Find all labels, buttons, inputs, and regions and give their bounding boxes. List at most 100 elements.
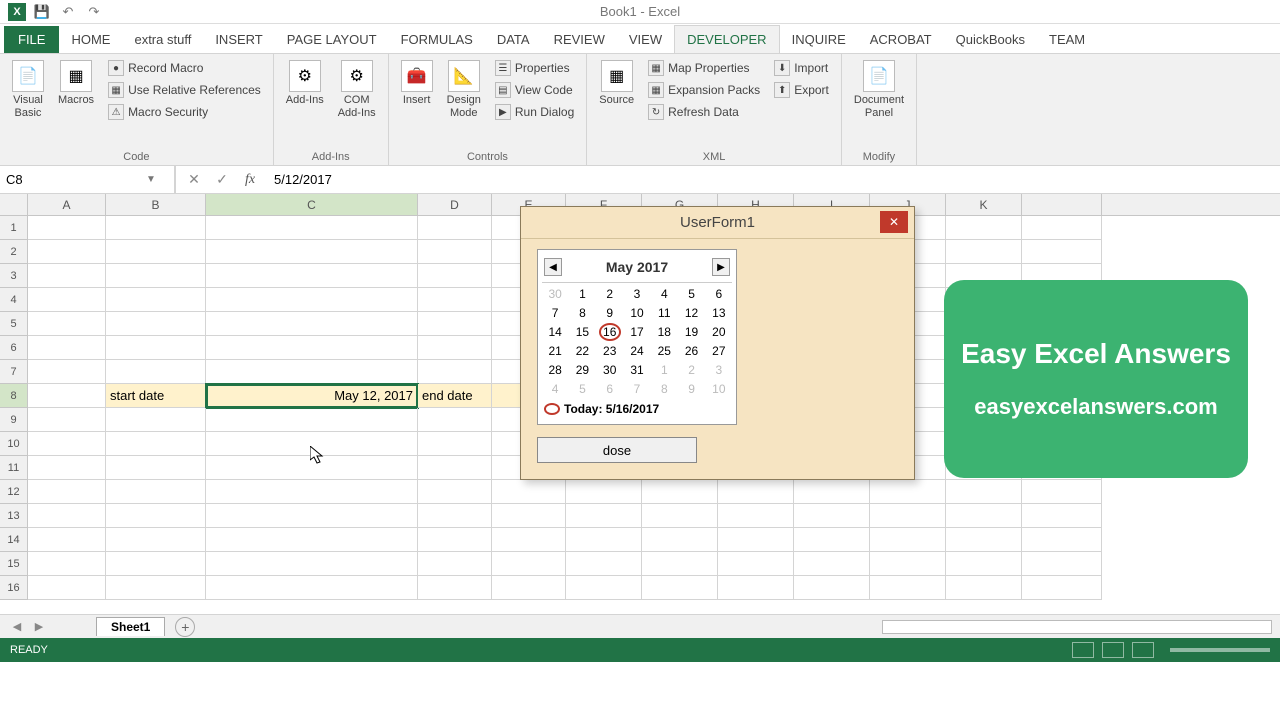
calendar-day[interactable]: 26 — [678, 342, 704, 360]
cell[interactable] — [1022, 528, 1102, 552]
calendar-day[interactable]: 23 — [597, 342, 623, 360]
cell[interactable] — [870, 576, 946, 600]
cell[interactable] — [106, 336, 206, 360]
view-code-button[interactable]: ▤View Code — [491, 80, 578, 100]
cell[interactable] — [106, 528, 206, 552]
cell[interactable] — [28, 264, 106, 288]
name-box[interactable]: ▼ — [0, 166, 175, 193]
row-header[interactable]: 8 — [0, 384, 28, 408]
tab-review[interactable]: REVIEW — [542, 26, 617, 53]
cell[interactable] — [946, 216, 1022, 240]
design-mode-button[interactable]: 📐Design Mode — [443, 58, 485, 122]
cell[interactable] — [28, 528, 106, 552]
cell[interactable] — [418, 288, 492, 312]
calendar-today-row[interactable]: Today: 5/16/2017 — [542, 398, 732, 420]
calendar-day[interactable]: 18 — [651, 323, 677, 341]
cell[interactable] — [946, 480, 1022, 504]
cell[interactable]: end date — [418, 384, 492, 408]
calendar-day[interactable]: 24 — [624, 342, 650, 360]
calendar-day[interactable]: 17 — [624, 323, 650, 341]
sheet-tab[interactable]: Sheet1 — [96, 617, 165, 636]
cell[interactable]: May 12, 2017 — [206, 384, 418, 408]
tab-extrastuff[interactable]: extra stuff — [122, 26, 203, 53]
row-header[interactable]: 12 — [0, 480, 28, 504]
cell[interactable] — [106, 480, 206, 504]
cell[interactable] — [566, 480, 642, 504]
com-addins-button[interactable]: ⚙COM Add-Ins — [334, 58, 380, 122]
calendar-day[interactable]: 4 — [542, 380, 568, 398]
map-properties-button[interactable]: ▦Map Properties — [644, 58, 764, 78]
calendar-day[interactable]: 1 — [651, 361, 677, 379]
cell[interactable] — [28, 288, 106, 312]
cell[interactable] — [418, 264, 492, 288]
close-form-button[interactable]: dose — [537, 437, 697, 463]
expansion-packs-button[interactable]: ▦Expansion Packs — [644, 80, 764, 100]
calendar-day[interactable]: 1 — [569, 285, 595, 303]
col-header-b[interactable]: B — [106, 194, 206, 215]
cell[interactable] — [106, 504, 206, 528]
sheet-nav-prev[interactable]: ◀ — [8, 618, 26, 636]
calendar-day[interactable]: 5 — [569, 380, 595, 398]
cell[interactable] — [870, 528, 946, 552]
cell[interactable] — [492, 480, 566, 504]
cell[interactable] — [28, 336, 106, 360]
cell[interactable] — [492, 504, 566, 528]
cell[interactable] — [418, 576, 492, 600]
tab-file[interactable]: FILE — [4, 26, 59, 53]
calendar-day[interactable]: 12 — [678, 304, 704, 322]
tab-formulas[interactable]: FORMULAS — [389, 26, 485, 53]
calendar-day[interactable]: 6 — [706, 285, 732, 303]
row-header[interactable]: 16 — [0, 576, 28, 600]
calendar-day[interactable]: 21 — [542, 342, 568, 360]
calendar-day[interactable]: 8 — [651, 380, 677, 398]
tab-pagelayout[interactable]: PAGE LAYOUT — [275, 26, 389, 53]
cell[interactable] — [106, 240, 206, 264]
cell[interactable] — [106, 408, 206, 432]
row-header[interactable]: 4 — [0, 288, 28, 312]
cell[interactable] — [106, 360, 206, 384]
cell[interactable] — [28, 480, 106, 504]
cell[interactable] — [418, 312, 492, 336]
source-button[interactable]: ▦Source — [595, 58, 638, 109]
cell[interactable] — [1022, 480, 1102, 504]
cell[interactable] — [206, 264, 418, 288]
cell[interactable] — [566, 504, 642, 528]
name-box-input[interactable] — [6, 172, 146, 187]
row-header[interactable]: 10 — [0, 432, 28, 456]
cancel-formula-button[interactable]: ✕ — [184, 170, 204, 190]
cell[interactable]: start date — [106, 384, 206, 408]
cell[interactable] — [418, 480, 492, 504]
dialog-titlebar[interactable]: UserForm1 ✕ — [521, 207, 914, 239]
cell[interactable] — [206, 312, 418, 336]
sheet-nav-next[interactable]: ▶ — [30, 618, 48, 636]
close-button[interactable]: ✕ — [880, 211, 908, 233]
tab-home[interactable]: HOME — [59, 26, 122, 53]
cell[interactable] — [206, 360, 418, 384]
cell[interactable] — [946, 504, 1022, 528]
cell[interactable] — [1022, 216, 1102, 240]
save-button[interactable]: 💾 — [32, 2, 52, 22]
row-header[interactable]: 14 — [0, 528, 28, 552]
col-header-a[interactable]: A — [28, 194, 106, 215]
calendar-day[interactable]: 10 — [624, 304, 650, 322]
fx-icon[interactable]: fx — [240, 170, 260, 190]
row-header[interactable]: 7 — [0, 360, 28, 384]
calendar-day[interactable]: 9 — [597, 304, 623, 322]
cell[interactable] — [206, 576, 418, 600]
view-normal-button[interactable] — [1072, 642, 1094, 658]
cell[interactable] — [566, 528, 642, 552]
cell[interactable] — [206, 432, 418, 456]
calendar-day[interactable]: 29 — [569, 361, 595, 379]
import-button[interactable]: ⬇Import — [770, 58, 833, 78]
document-panel-button[interactable]: 📄Document Panel — [850, 58, 908, 122]
calendar-next-button[interactable]: ▶ — [712, 258, 730, 276]
cell[interactable] — [642, 528, 718, 552]
cell[interactable] — [106, 456, 206, 480]
cell[interactable] — [418, 528, 492, 552]
cell[interactable] — [1022, 552, 1102, 576]
cell[interactable] — [206, 552, 418, 576]
calendar-day[interactable]: 3 — [624, 285, 650, 303]
cell[interactable] — [718, 480, 794, 504]
cell[interactable] — [28, 576, 106, 600]
calendar-day[interactable]: 8 — [569, 304, 595, 322]
